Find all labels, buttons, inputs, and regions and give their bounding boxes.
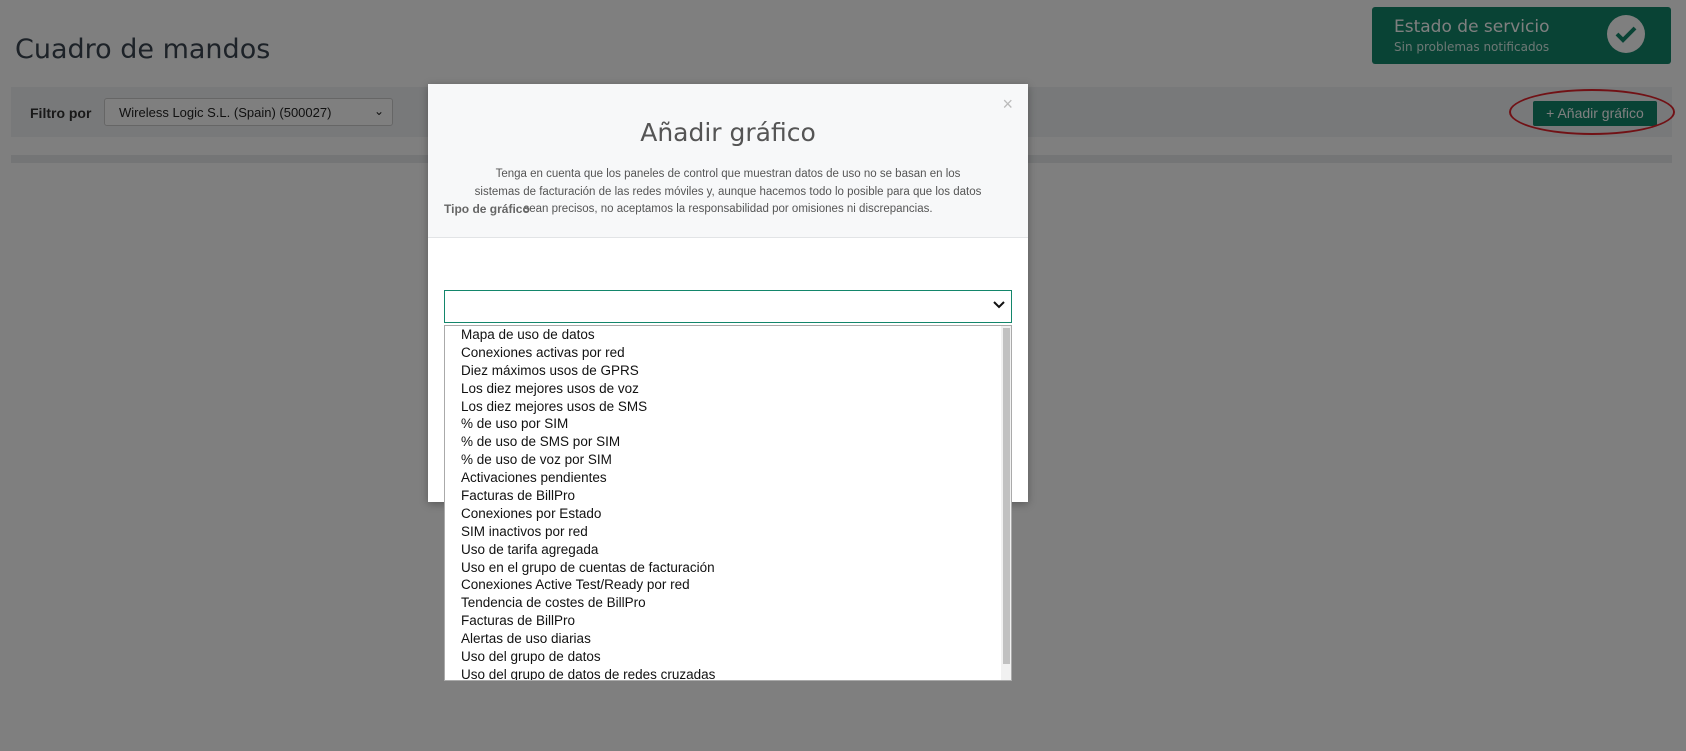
chart-type-option[interactable]: SIM inactivos por red	[445, 523, 1011, 541]
chart-type-option[interactable]: Facturas de BillPro	[445, 487, 1011, 505]
chart-type-option[interactable]: Mapa de uso de datos	[445, 326, 1011, 344]
chart-type-select[interactable]	[444, 290, 1012, 323]
chart-type-option[interactable]: Uso del grupo de datos de redes cruzadas	[445, 666, 1011, 680]
modal-title: Añadir gráfico	[640, 118, 816, 147]
chart-type-option[interactable]: Alertas de uso diarias	[445, 630, 1011, 648]
chart-type-option[interactable]: Diez máximos usos de GPRS	[445, 362, 1011, 380]
chart-type-option[interactable]: Uso del grupo de datos	[445, 648, 1011, 666]
chart-type-option[interactable]: Conexiones Active Test/Ready por red	[445, 576, 1011, 594]
chart-type-option[interactable]: Los diez mejores usos de voz	[445, 380, 1011, 398]
chart-type-option[interactable]: Conexiones por Estado	[445, 505, 1011, 523]
chevron-down-icon	[993, 299, 1005, 313]
chart-type-option[interactable]: Facturas de BillPro	[445, 612, 1011, 630]
modal-description: Tenga en cuenta que los paneles de contr…	[474, 168, 982, 215]
chart-type-option[interactable]: Uso en el grupo de cuentas de facturació…	[445, 559, 1011, 577]
chart-type-option[interactable]: % de uso por SIM	[445, 415, 1011, 433]
chart-type-option[interactable]: Los diez mejores usos de SMS	[445, 398, 1011, 416]
chart-type-option[interactable]: % de uso de voz por SIM	[445, 451, 1011, 469]
chart-type-label: Tipo de gráfico	[444, 202, 530, 216]
chart-type-options: Mapa de uso de datos Conexiones activas p…	[445, 326, 1011, 680]
chart-type-option[interactable]: Activaciones pendientes	[445, 469, 1011, 487]
chart-type-option[interactable]: Conexiones activas por red	[445, 344, 1011, 362]
chart-type-option[interactable]: Tendencia de costes de BillPro	[445, 594, 1011, 612]
chart-type-option[interactable]: % de uso de SMS por SIM	[445, 433, 1011, 451]
chart-type-dropdown-list[interactable]: Mapa de uso de datos Conexiones activas p…	[444, 325, 1012, 681]
close-icon[interactable]: ×	[1002, 94, 1013, 115]
dropdown-scrollbar-thumb[interactable]	[1003, 328, 1010, 664]
dropdown-scrollbar[interactable]	[1001, 326, 1011, 680]
chart-type-option[interactable]: Uso de tarifa agregada	[445, 541, 1011, 559]
